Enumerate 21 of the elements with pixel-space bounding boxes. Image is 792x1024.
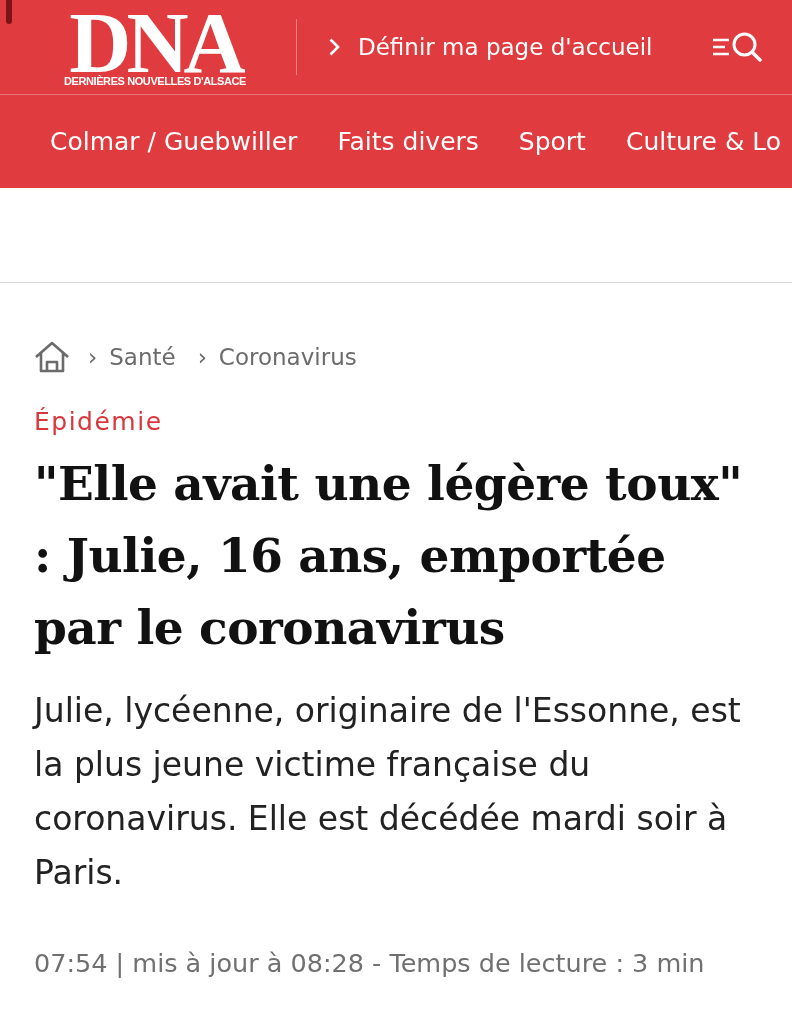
breadcrumb-separator: › [197,344,207,370]
category-label: Épidémie [34,407,164,436]
nav-link[interactable]: Sport [518,127,586,156]
article-summary: Julie, lycéenne, originaire de l'Essonne, est la plus jeune victime française du coronavirus. Elle est décédée mardi soir à Paris. [34,690,742,894]
nav-link[interactable]: Faits divers [337,127,479,156]
article-meta: 07:54 | mis à jour à 08:28 - Temps de lecture : 3 min [34,948,706,978]
logo-subtitle: DERNIÈRES NOUVELLES D'ALSACE [63,74,247,88]
edge-marker [6,0,12,24]
nav-link[interactable]: Culture & Lo [625,127,782,156]
search-icon [732,32,762,62]
breadcrumb-separator: › [88,344,98,370]
logo-title: DNA [69,10,241,75]
homepage-link[interactable]: Définir ma page d'accueil [329,34,653,60]
menu-icon [713,38,729,56]
breadcrumb-link[interactable]: Coronavirus [218,344,357,370]
article-headline: "Elle avait une légère toux" : Julie, 16 ans, emportée par le coronavirus [34,455,744,657]
home-icon[interactable] [34,341,70,373]
nav-link[interactable]: Colmar / Guebwiller [50,127,298,156]
breadcrumb-link[interactable]: Santé [109,344,176,370]
menu-search-button[interactable] [713,32,762,62]
chevron-right-icon [329,38,340,56]
